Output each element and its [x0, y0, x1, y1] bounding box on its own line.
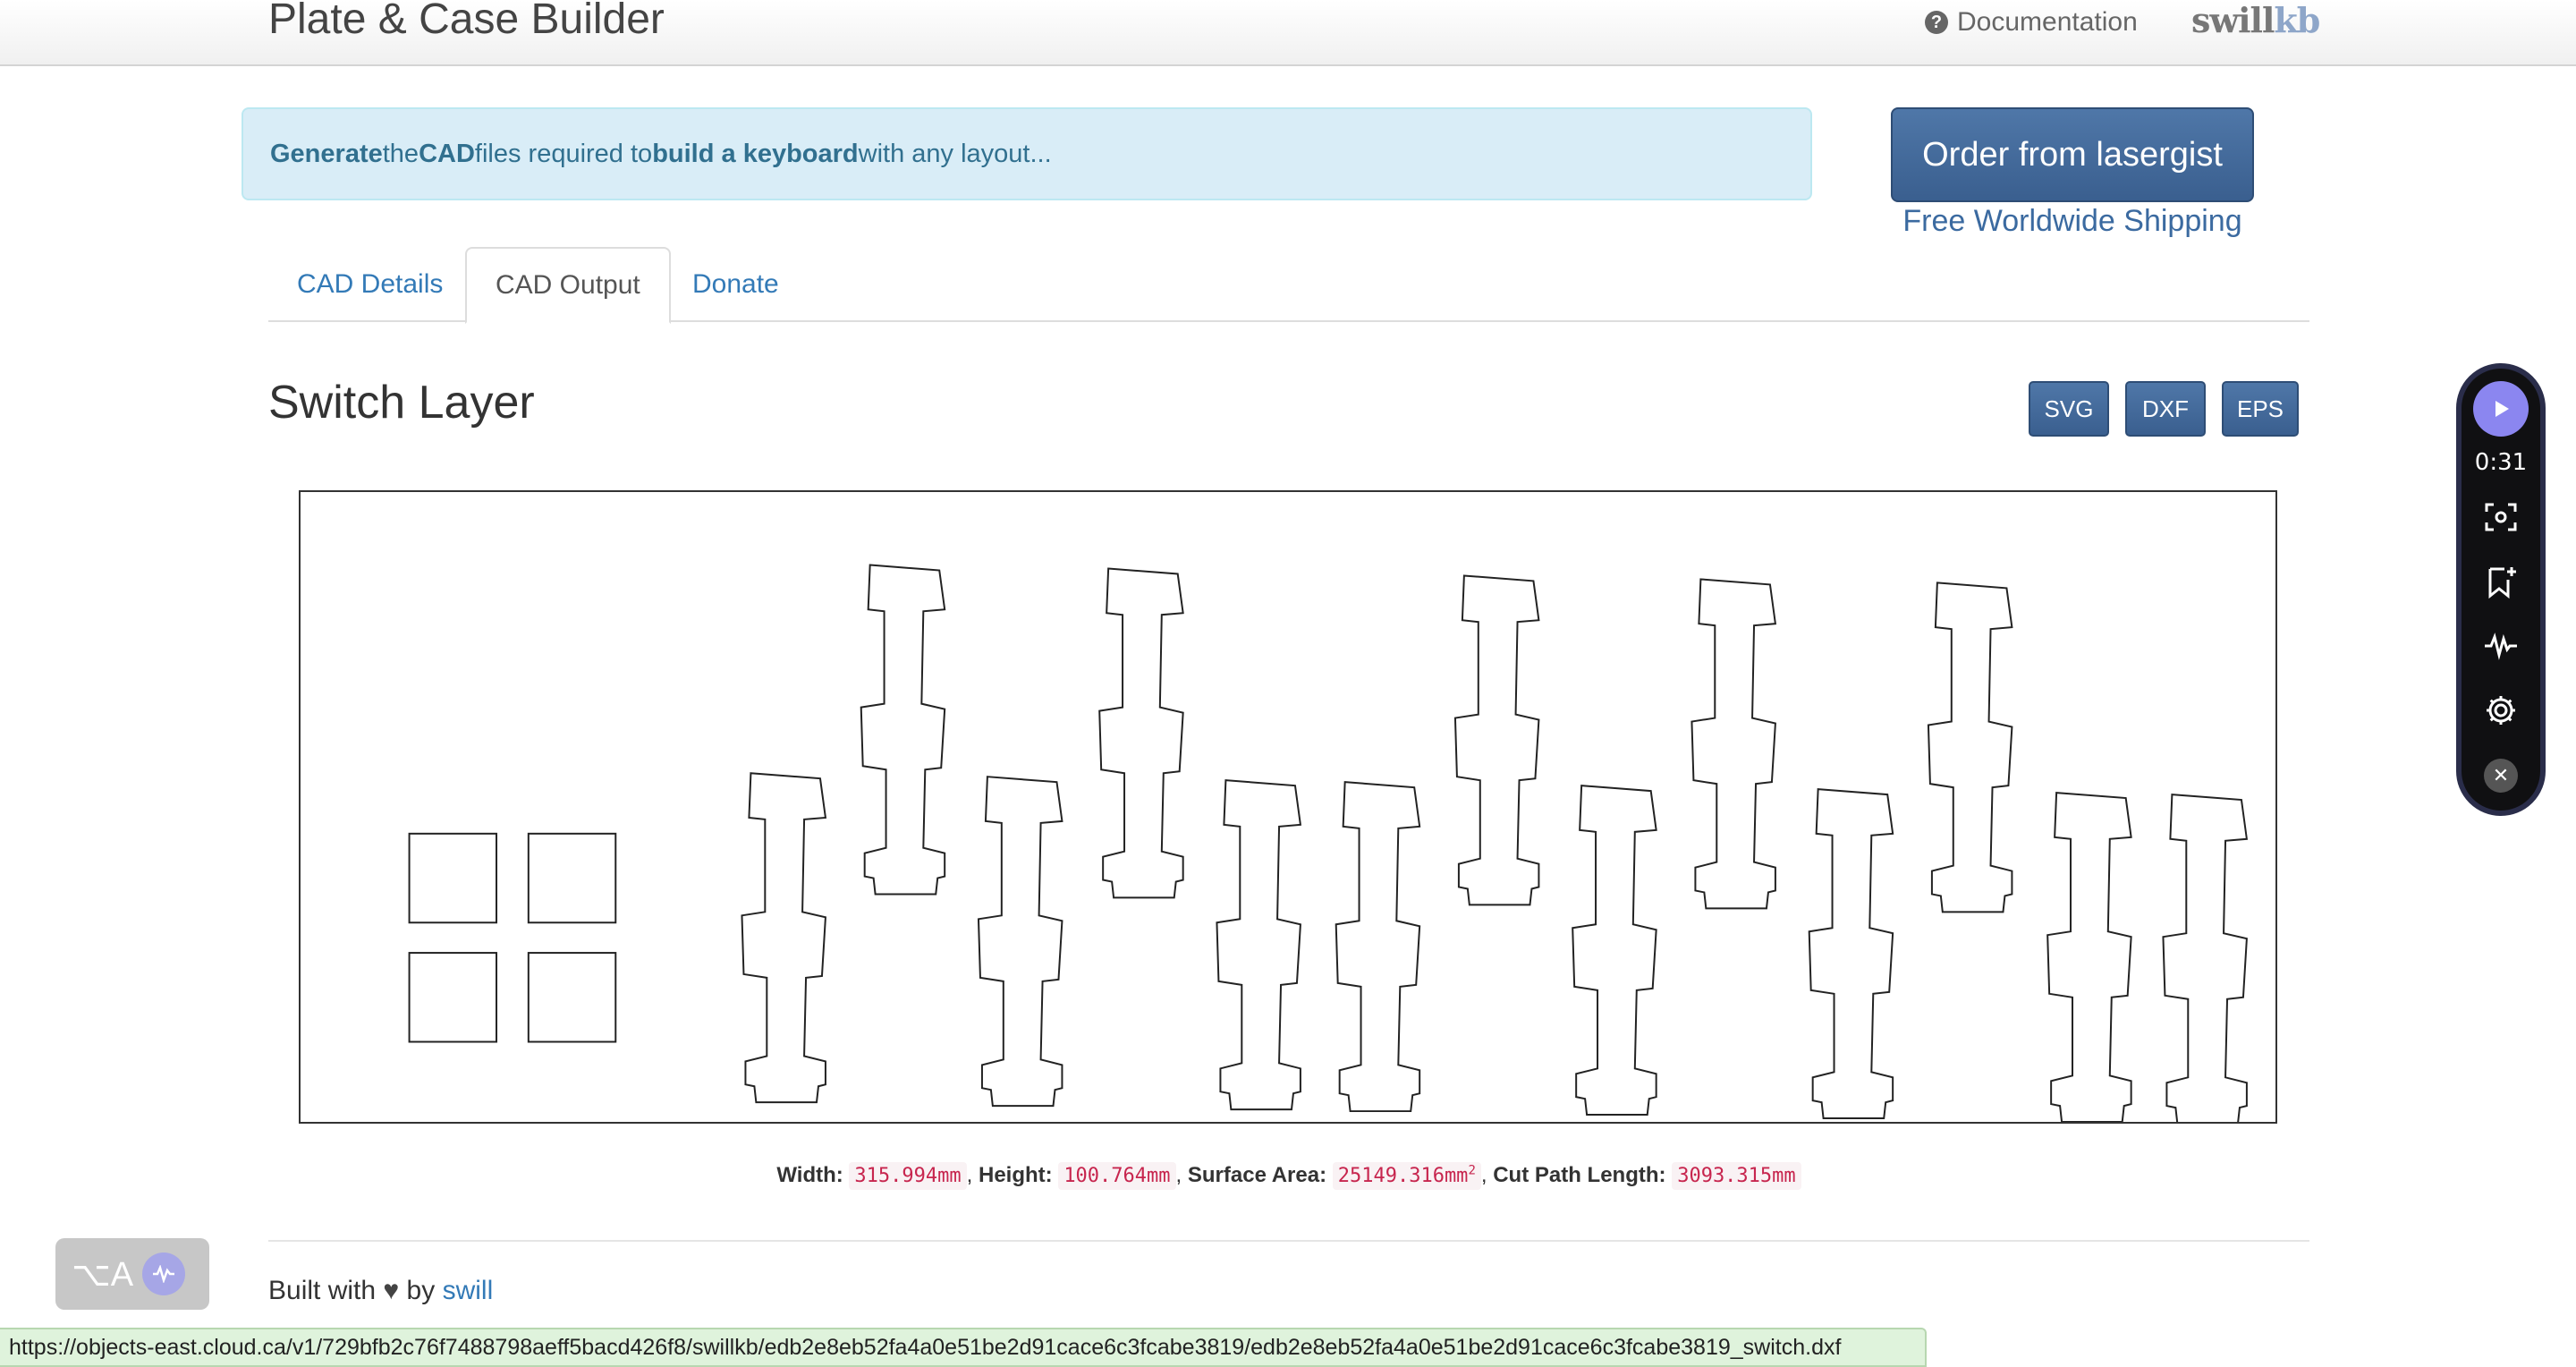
footer: Built with ♥ by swill: [268, 1276, 494, 1305]
stabilizer-cutout: [1808, 788, 1894, 1120]
stabilizer-cutout: [1690, 578, 1776, 910]
voice-wave-icon[interactable]: [142, 1252, 186, 1295]
layer-title: Switch Layer: [268, 377, 535, 429]
switch-cutout: [527, 832, 617, 924]
info-alert: Generate the CAD files required to build…: [242, 107, 1812, 200]
shortcut-pill[interactable]: ⌥A: [55, 1238, 209, 1310]
waveform-icon[interactable]: [2478, 623, 2524, 669]
question-circle-icon: ?: [1925, 11, 1948, 34]
dxf-download-button[interactable]: DXF: [2125, 381, 2206, 437]
documentation-label: Documentation: [1957, 7, 2138, 37]
top-navbar: Plate & Case Builder ? Documentation swi…: [0, 0, 2576, 66]
shipping-note: Free Worldwide Shipping: [1902, 204, 2242, 238]
switch-cutout: [408, 952, 498, 1043]
stabilizer-cutout: [977, 776, 1063, 1108]
play-icon[interactable]: [2473, 381, 2529, 437]
link-status-bar: https://objects-east.cloud.ca/v1/729bfb2…: [0, 1328, 1927, 1367]
stabilizer-cutout: [1453, 574, 1540, 906]
stabilizer-cutout: [1335, 781, 1421, 1113]
stabilizer-cutout: [860, 564, 946, 896]
stabilizer-cutout: [1927, 582, 2013, 913]
width-value: 315.994mm: [849, 1162, 967, 1190]
switch-cutout: [527, 952, 617, 1043]
stabilizer-cutout: [2162, 794, 2248, 1122]
screenshot-icon[interactable]: [2478, 494, 2524, 540]
svg-download-button[interactable]: SVG: [2029, 381, 2109, 437]
documentation-link[interactable]: ? Documentation: [1925, 7, 2138, 38]
order-button[interactable]: Order from lasergist: [1891, 107, 2254, 202]
heart-icon: ♥: [383, 1276, 400, 1305]
brand-title[interactable]: Plate & Case Builder: [268, 0, 665, 44]
stabilizer-cutout: [2046, 792, 2132, 1122]
divider: [268, 1240, 2309, 1242]
height-value: 100.764mm: [1058, 1162, 1176, 1190]
tab-cad-details[interactable]: CAD Details: [268, 247, 471, 322]
switch-cutout: [408, 832, 498, 924]
recording-time: 0:31: [2474, 449, 2528, 476]
tab-cad-output[interactable]: CAD Output: [465, 247, 671, 324]
recorder-panel: 0:31 ✕: [2456, 363, 2546, 816]
stabilizer-cutout: [1572, 785, 1657, 1117]
dimension-stats: Width: 315.994mm, Height: 100.764mm, Sur…: [268, 1162, 2309, 1190]
swillkb-logo[interactable]: swillkb: [2191, 0, 2320, 40]
surface-area-value: 25149.316mm2: [1332, 1162, 1481, 1190]
stabilizer-cutout: [1216, 779, 1301, 1111]
gear-icon[interactable]: [2478, 687, 2524, 734]
switch-layer-drawing: [408, 564, 2248, 1122]
stabilizer-cutout: [741, 772, 826, 1104]
close-icon[interactable]: ✕: [2484, 759, 2518, 793]
stabilizer-cutout: [1098, 567, 1184, 899]
author-link[interactable]: swill: [443, 1276, 494, 1305]
tab-bar: CAD Details CAD Output Donate: [268, 245, 2309, 324]
cut-path-length-value: 3093.315mm: [1672, 1162, 1801, 1190]
bookmark-add-icon[interactable]: [2478, 558, 2524, 605]
tab-donate[interactable]: Donate: [664, 247, 808, 322]
eps-download-button[interactable]: EPS: [2222, 381, 2299, 437]
cad-preview: [299, 490, 2277, 1124]
